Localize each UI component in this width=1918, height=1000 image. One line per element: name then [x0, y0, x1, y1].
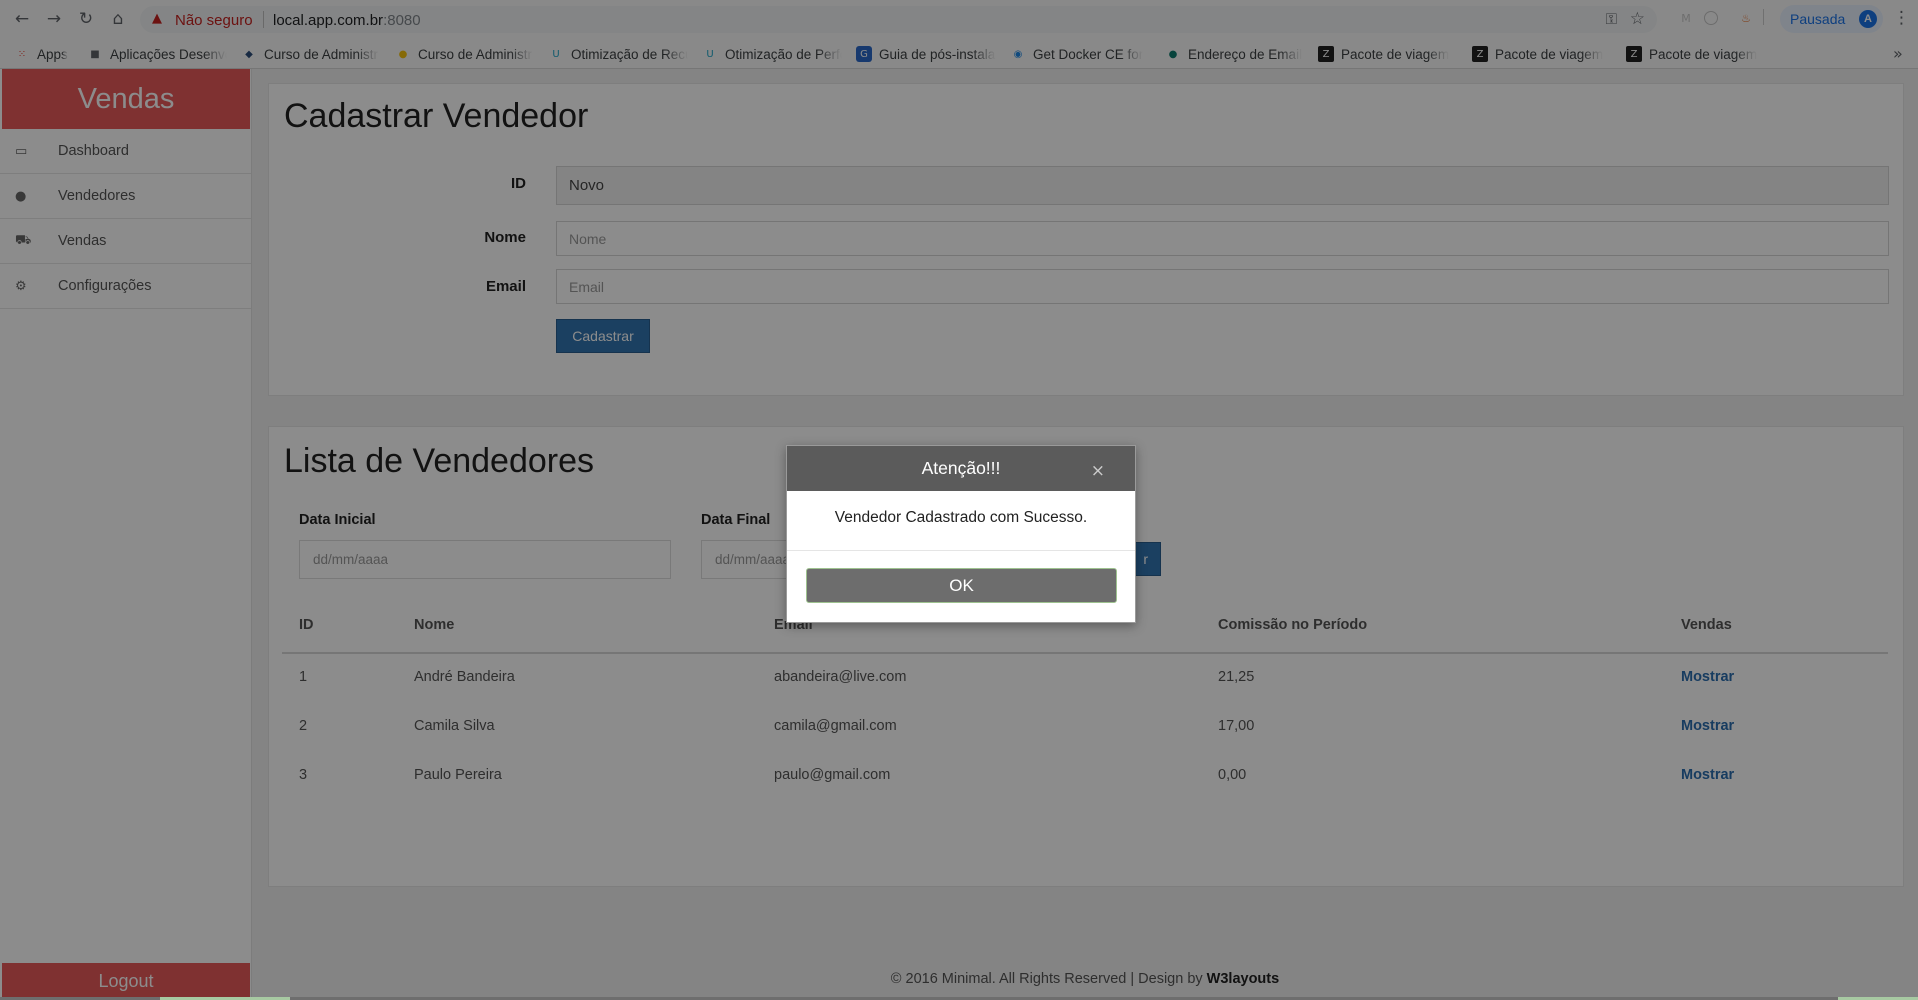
dialog-divider	[787, 550, 1135, 551]
dialog-title: Atenção!!!	[921, 458, 1001, 478]
ok-button[interactable]: OK	[806, 568, 1117, 603]
alert-dialog: Atenção!!! × Vendedor Cadastrado com Suc…	[786, 445, 1136, 623]
dialog-message: Vendedor Cadastrado com Sucesso.	[834, 509, 1088, 526]
dialog-header: Atenção!!!	[787, 446, 1135, 491]
close-icon[interactable]: ×	[1091, 461, 1105, 481]
